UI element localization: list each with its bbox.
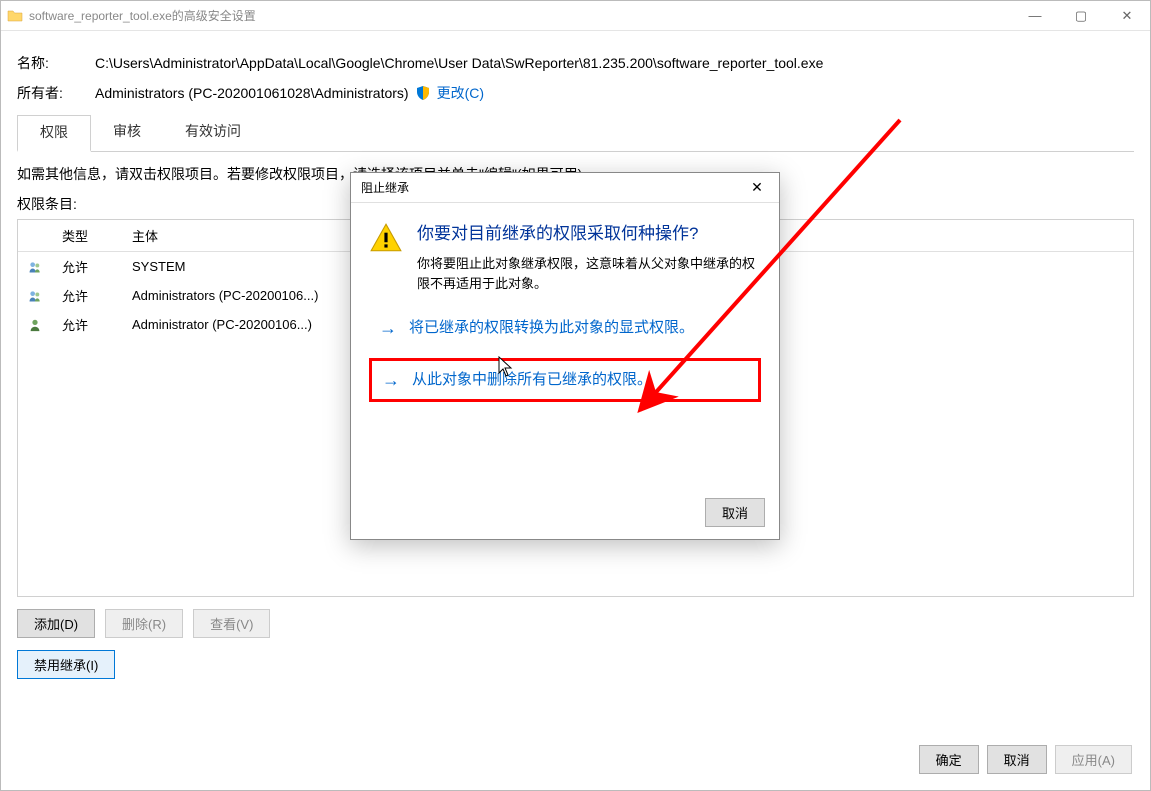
maximize-button[interactable]: ▢ [1058,1,1104,31]
arrow-right-icon: → [379,318,397,339]
tab-permissions[interactable]: 权限 [17,115,91,152]
name-value: C:\Users\Administrator\AppData\Local\Goo… [95,55,1134,71]
shield-icon [415,85,431,101]
users-icon [18,285,52,307]
tab-effective-access[interactable]: 有效访问 [163,115,263,151]
user-icon [18,314,52,336]
tab-auditing[interactable]: 审核 [91,115,163,151]
col-header-type[interactable]: 类型 [52,220,122,251]
close-button[interactable]: ✕ [1104,1,1150,31]
remove-button[interactable]: 删除(R) [105,609,183,638]
name-label: 名称: [17,53,95,73]
disable-inheritance-button[interactable]: 禁用继承(I) [17,650,115,679]
dialog-close-button[interactable]: ✕ [745,179,769,196]
users-icon [18,256,52,278]
apply-button[interactable]: 应用(A) [1055,745,1132,774]
option-remove-text: 从此对象中删除所有已继承的权限。 [412,369,652,392]
row-type: 允许 [52,254,122,279]
main-titlebar: software_reporter_tool.exe的高级安全设置 — ▢ ✕ [1,1,1150,31]
change-owner-link[interactable]: 更改(C) [437,83,484,103]
view-button[interactable]: 查看(V) [193,609,270,638]
dialog-subtext: 你将要阻止此对象继承权限，这意味着从父对象中继承的权限不再适用于此对象。 [417,254,761,293]
warning-icon [369,221,403,293]
row-type: 允许 [52,283,122,308]
option-convert-text: 将已继承的权限转换为此对象的显式权限。 [409,317,694,340]
ok-button[interactable]: 确定 [919,745,979,774]
window-title: software_reporter_tool.exe的高级安全设置 [29,7,1012,24]
owner-label: 所有者: [17,83,95,103]
owner-text: Administrators (PC-202001061028\Administ… [95,85,409,101]
folder-icon [7,8,23,24]
block-inheritance-dialog: 阻止继承 ✕ 你要对目前继承的权限采取何种操作? 你将要阻止此对象继承权限，这意… [350,172,780,540]
dialog-titlebar: 阻止继承 ✕ [351,173,779,203]
option-convert-inherited[interactable]: → 将已继承的权限转换为此对象的显式权限。 [369,309,761,348]
dialog-title: 阻止继承 [361,179,745,196]
arrow-right-icon: → [382,370,400,391]
option-remove-inherited[interactable]: → 从此对象中删除所有已继承的权限。 [369,358,761,403]
main-cancel-button[interactable]: 取消 [987,745,1047,774]
row-type: 允许 [52,312,122,337]
dialog-cancel-button[interactable]: 取消 [705,498,765,527]
minimize-button[interactable]: — [1012,1,1058,31]
owner-value: Administrators (PC-202001061028\Administ… [95,83,1134,103]
dialog-heading: 你要对目前继承的权限采取何种操作? [417,219,761,244]
add-button[interactable]: 添加(D) [17,609,95,638]
